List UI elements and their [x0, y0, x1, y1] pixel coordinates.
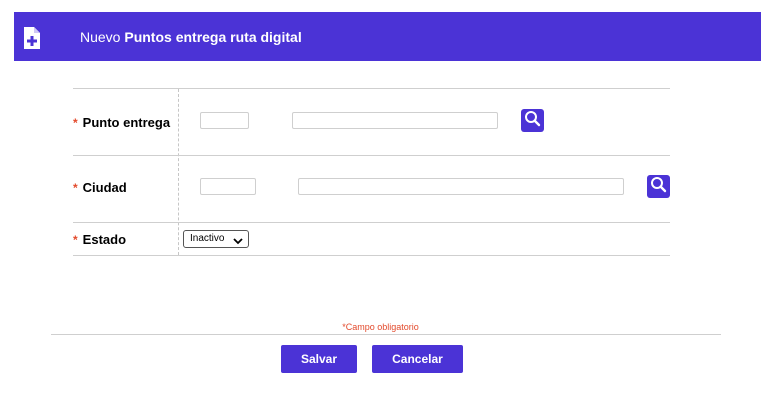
punto-entrega-code-input[interactable]	[200, 112, 249, 129]
estado-label: * Estado	[73, 232, 127, 247]
footer-divider	[51, 334, 721, 335]
cancel-button[interactable]: Cancelar	[372, 345, 463, 373]
ciudad-code-input[interactable]	[200, 178, 256, 195]
ciudad-search-button[interactable]	[647, 175, 670, 198]
required-legend: *Campo obligatorio	[342, 322, 419, 332]
ciudad-label: * Ciudad	[73, 180, 127, 195]
page-header: Nuevo Puntos entrega ruta digital	[14, 12, 761, 61]
page-title: Nuevo Puntos entrega ruta digital	[80, 28, 302, 46]
row-divider	[73, 222, 670, 223]
title-entity: Puntos entrega ruta digital	[124, 29, 302, 45]
search-icon	[650, 176, 667, 198]
row-divider	[73, 155, 670, 156]
title-prefix: Nuevo	[80, 29, 121, 45]
search-icon	[524, 110, 541, 132]
file-plus-icon	[22, 21, 42, 51]
punto-entrega-description-input[interactable]	[292, 112, 498, 129]
estado-select[interactable]: Inactivo	[183, 230, 249, 248]
required-mark: *	[73, 116, 78, 130]
punto-entrega-search-button[interactable]	[521, 109, 544, 132]
estado-selected-value: Inactivo	[190, 233, 225, 244]
save-button[interactable]: Salvar	[281, 345, 357, 373]
punto-entrega-label: * Punto entrega	[73, 115, 171, 130]
required-mark: *	[73, 233, 78, 247]
chevron-down-icon	[233, 235, 243, 245]
form-table: * Punto entrega * Ciudad * Estado Inactivo	[73, 88, 670, 256]
required-mark: *	[73, 181, 78, 195]
column-divider	[178, 89, 179, 255]
ciudad-description-input[interactable]	[298, 178, 624, 195]
